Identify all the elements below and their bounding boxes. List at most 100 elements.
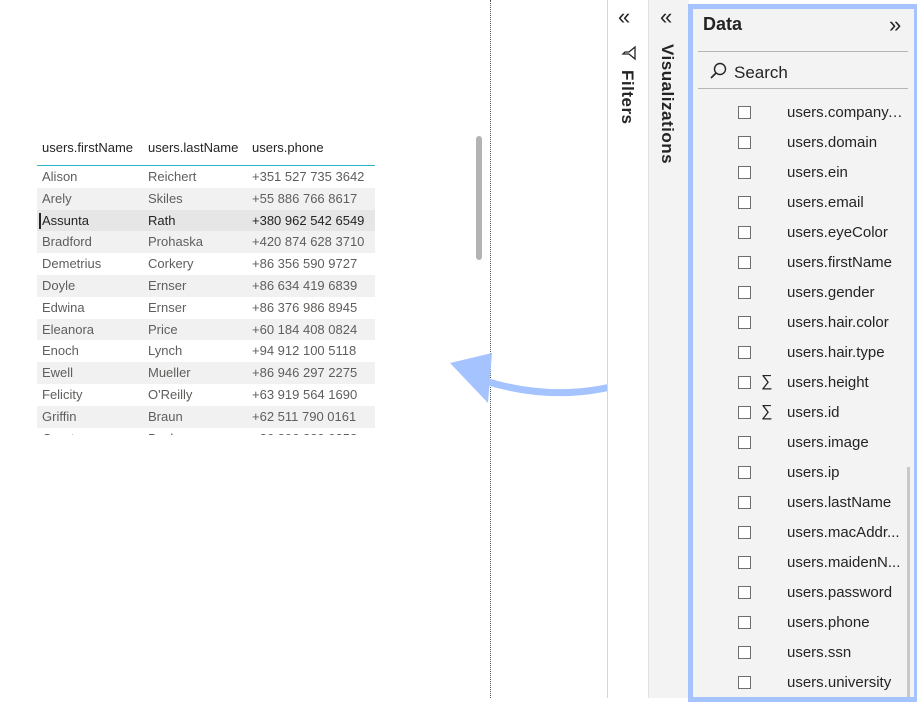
- visualizations-pane[interactable]: « Visualizations: [648, 0, 689, 698]
- field-item[interactable]: users.password: [693, 579, 914, 609]
- field-item[interactable]: users.macAddr...: [693, 519, 914, 549]
- filters-label[interactable]: Filters: [617, 70, 637, 125]
- field-checkbox[interactable]: [738, 406, 751, 419]
- column-header-phone[interactable]: users.phone: [252, 140, 324, 155]
- table-row[interactable]: Grant Buckr +86 896 880 0258: [37, 428, 375, 435]
- data-pane[interactable]: Data » Search users.company.... users.dom…: [688, 4, 917, 702]
- table-cell: Alison: [42, 169, 78, 184]
- table-row[interactable]: Edwina Ernser +86 376 986 8945: [37, 297, 375, 319]
- field-checkbox[interactable]: [738, 346, 751, 359]
- field-item[interactable]: users.phone: [693, 609, 914, 639]
- table-cell: Ewell: [42, 365, 74, 381]
- table-row[interactable]: Bradford Prohaska +420 874 628 3710: [37, 231, 375, 254]
- field-name: users.id: [787, 404, 840, 421]
- table-row[interactable]: Alison Reichert +351 527 735 3642: [37, 166, 375, 188]
- table-cell: O'Reilly: [148, 386, 193, 402]
- table-row[interactable]: Eleanora Price +60 184 408 0824: [37, 318, 375, 341]
- field-item[interactable]: users.ein: [693, 159, 914, 189]
- table-cell: Rath: [148, 212, 176, 228]
- field-checkbox[interactable]: [738, 256, 751, 269]
- field-item[interactable]: users.firstName: [693, 249, 914, 279]
- divider: [698, 88, 908, 89]
- table-cell: Enoch: [42, 343, 79, 359]
- table-cell: Skiles: [148, 190, 183, 206]
- field-checkbox[interactable]: [738, 526, 751, 539]
- field-list: users.company.... users.domain users.ein us…: [693, 99, 914, 697]
- report-canvas[interactable]: users.firstName users.lastName users.pho…: [0, 0, 676, 698]
- table-visual[interactable]: users.firstName users.lastName users.pho…: [37, 135, 375, 435]
- field-item[interactable]: users.email: [693, 189, 914, 219]
- table-cell: Arely: [42, 190, 72, 206]
- data-pane-scrollbar[interactable]: [907, 467, 910, 697]
- visualizations-label[interactable]: Visualizations: [657, 44, 677, 164]
- field-item[interactable]: users.university: [693, 669, 914, 697]
- field-name: users.email: [787, 194, 864, 211]
- field-item[interactable]: users.maidenN...: [693, 549, 914, 579]
- field-item[interactable]: users.ip: [693, 459, 914, 489]
- table-body: Alison Reichert +351 527 735 3642 Arely Skil…: [37, 166, 375, 435]
- filters-pane[interactable]: « Filters: [607, 0, 649, 698]
- double-chevron-left-icon[interactable]: «: [660, 6, 672, 28]
- field-checkbox[interactable]: [738, 226, 751, 239]
- table-row[interactable]: Doyle Ernser +86 634 419 6839: [37, 274, 375, 297]
- field-name: users.ein: [787, 164, 848, 181]
- field-checkbox[interactable]: [738, 106, 751, 119]
- field-item[interactable]: users.gender: [693, 279, 914, 309]
- table-row[interactable]: Griffin Braun +62 511 790 0161: [37, 405, 375, 428]
- search-field[interactable]: Search: [698, 55, 908, 87]
- field-checkbox[interactable]: [738, 676, 751, 689]
- table-cell: +86 634 419 6839: [252, 277, 358, 293]
- field-checkbox[interactable]: [738, 496, 751, 509]
- table-cell: +86 356 590 9727: [252, 256, 358, 272]
- table-row[interactable]: Assunta Rath +380 962 542 6549: [37, 209, 375, 232]
- field-checkbox[interactable]: [738, 196, 751, 209]
- double-chevron-right-icon[interactable]: »: [889, 12, 901, 38]
- field-checkbox[interactable]: [738, 586, 751, 599]
- table-cell: +86 946 297 2275: [252, 365, 358, 381]
- field-checkbox[interactable]: [738, 556, 751, 569]
- field-name: users.maidenN...: [787, 554, 901, 571]
- table-cell: Ernser: [148, 299, 187, 315]
- canvas-scrollbar[interactable]: [476, 136, 482, 260]
- column-header-lastname[interactable]: users.lastName: [148, 140, 238, 155]
- table-cell: Edwina: [42, 299, 85, 315]
- table-cell: Price: [148, 321, 178, 337]
- double-chevron-left-icon[interactable]: «: [618, 6, 630, 28]
- field-checkbox[interactable]: [738, 646, 751, 659]
- field-name: users.macAddr...: [787, 524, 900, 541]
- table-row[interactable]: Arely Skiles +55 886 766 8617: [37, 187, 375, 210]
- field-name: users.lastName: [787, 494, 892, 511]
- field-item[interactable]: users.lastName: [693, 489, 914, 519]
- table-row[interactable]: Enoch Lynch +94 912 100 5118: [37, 340, 375, 362]
- field-item[interactable]: users.company....: [693, 99, 914, 129]
- field-item[interactable]: users.image: [693, 429, 914, 459]
- field-item[interactable]: users.hair.color: [693, 309, 914, 339]
- table-cell: +60 184 408 0824: [252, 321, 358, 337]
- field-checkbox[interactable]: [738, 466, 751, 479]
- field-name: users.hair.color: [787, 314, 889, 331]
- table-cell: +62 511 790 0161: [252, 408, 357, 424]
- field-item[interactable]: users.eyeColor: [693, 219, 914, 249]
- table-row[interactable]: Ewell Mueller +86 946 297 2275: [37, 362, 375, 384]
- field-item[interactable]: ∑ users.height: [693, 369, 914, 399]
- table-cell: Mueller: [148, 365, 191, 381]
- field-checkbox[interactable]: [738, 376, 751, 389]
- table-row[interactable]: Demetrius Corkery +86 356 590 9727: [37, 253, 375, 275]
- field-checkbox[interactable]: [738, 436, 751, 449]
- data-pane-title: Data: [703, 14, 743, 34]
- field-checkbox[interactable]: [738, 136, 751, 149]
- table-cell: +86 376 986 8945: [252, 299, 358, 315]
- field-checkbox[interactable]: [738, 166, 751, 179]
- column-header-firstname[interactable]: users.firstName: [42, 140, 133, 155]
- table-cell: Corkery: [148, 256, 194, 272]
- field-checkbox[interactable]: [738, 316, 751, 329]
- field-item[interactable]: users.hair.type: [693, 339, 914, 369]
- table-cell: +94 912 100 5118: [252, 343, 357, 359]
- field-item[interactable]: users.domain: [693, 129, 914, 159]
- field-item[interactable]: ∑ users.id: [693, 399, 914, 429]
- field-name: users.password: [787, 584, 893, 601]
- table-row[interactable]: Felicity O'Reilly +63 919 564 1690: [37, 384, 375, 406]
- field-checkbox[interactable]: [738, 616, 751, 629]
- field-item[interactable]: users.ssn: [693, 639, 914, 669]
- field-checkbox[interactable]: [738, 286, 751, 299]
